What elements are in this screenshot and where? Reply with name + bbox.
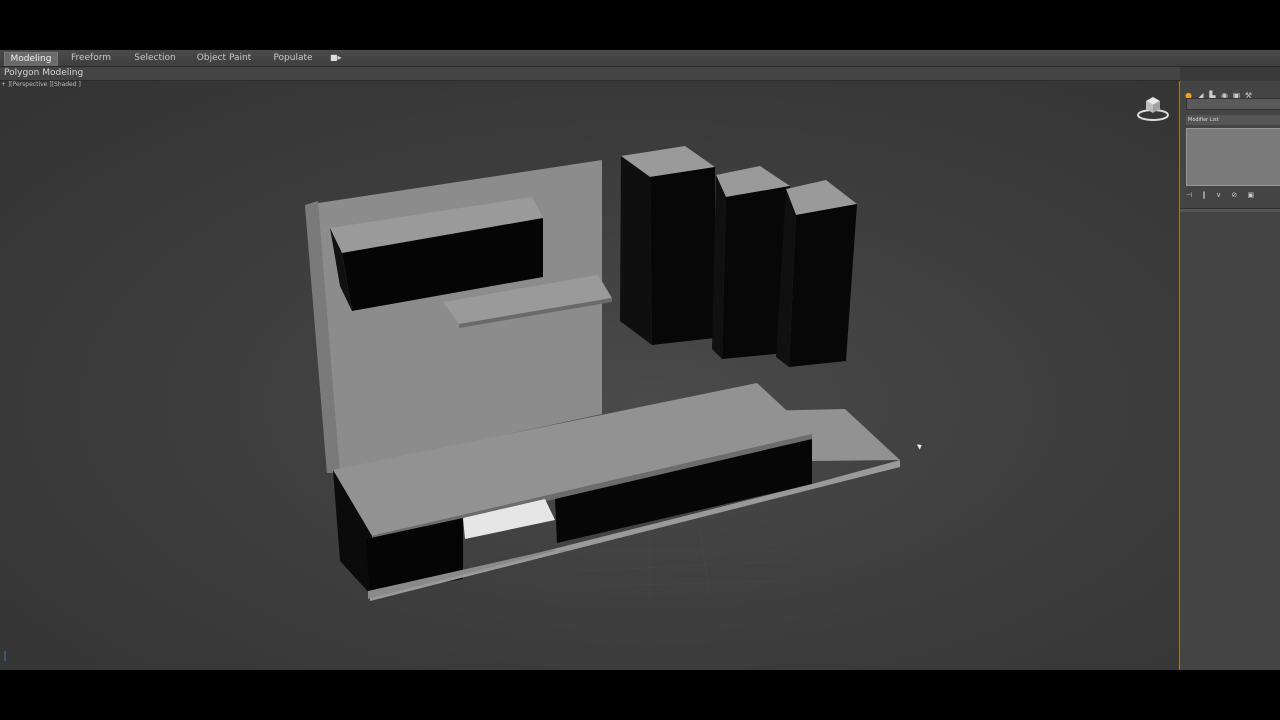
- object-name-field[interactable]: [1186, 98, 1280, 110]
- app-window: Modeling Freeform Selection Object Paint…: [0, 50, 1280, 670]
- viewcube-icon[interactable]: [1136, 93, 1170, 123]
- tab-populate[interactable]: Populate: [268, 52, 318, 65]
- scene-geometry[interactable]: [0, 81, 1178, 670]
- ribbon-tab-bar: Modeling Freeform Selection Object Paint…: [0, 50, 1280, 67]
- tall-cabinet-3-front: [789, 204, 857, 367]
- tab-modeling[interactable]: Modeling: [4, 52, 58, 66]
- tab-selection[interactable]: Selection: [128, 52, 182, 65]
- stack-tools[interactable]: ⊣ ‖ ∨ ⊘ ▣: [1186, 191, 1280, 201]
- modifier-list-dropdown[interactable]: Modifier List: [1186, 115, 1280, 125]
- perspective-viewport[interactable]: + ][Perspective ][Shaded ]: [0, 81, 1178, 670]
- axis-gizmo-icon: [4, 651, 6, 661]
- tab-freeform[interactable]: Freeform: [66, 52, 116, 65]
- panel-divider: [1180, 208, 1280, 212]
- modifier-stack[interactable]: [1186, 128, 1280, 186]
- tab-object-paint[interactable]: Object Paint: [192, 52, 256, 65]
- tall-cabinet-1-side: [620, 156, 652, 345]
- tall-cabinet-1-front: [650, 167, 715, 345]
- video-camera-icon[interactable]: ■▸: [330, 53, 348, 63]
- command-panel-tabs: ● ◢ ▙ ◉ ▣ ⚒: [1184, 83, 1256, 100]
- polygon-modeling-bar[interactable]: Polygon Modeling: [0, 67, 1180, 81]
- command-panel: ● ◢ ▙ ◉ ▣ ⚒ Modifier List ⊣ ‖ ∨ ⊘ ▣: [1179, 81, 1280, 670]
- polygon-modeling-label: Polygon Modeling: [4, 68, 84, 78]
